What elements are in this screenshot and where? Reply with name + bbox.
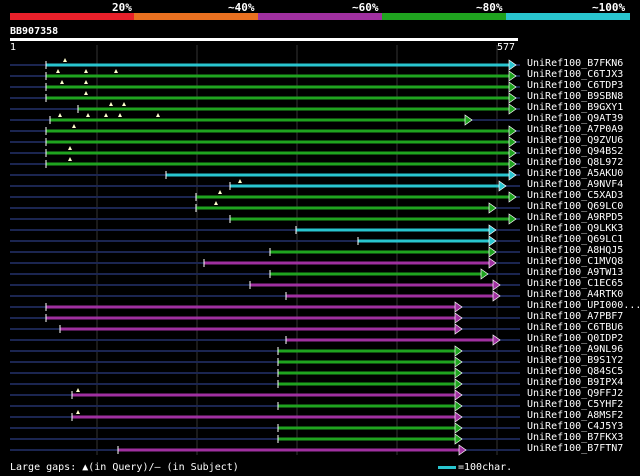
query-gap-marker [72,124,76,128]
query-gap-marker [58,113,62,117]
query-gap-marker [218,190,222,194]
hit-label[interactable]: UniRef100_Q9FFJ2 [527,389,623,399]
hit-label[interactable]: UniRef100_C1EC65 [527,279,623,289]
large-gaps-legend: Large gaps: ▲(in Query)/– (in Subject) [10,462,239,473]
hit-arrow [454,323,463,335]
hit-arrow [498,180,507,192]
hit-label[interactable]: UniRef100_Q9LKK3 [527,224,623,234]
hit-arrow [508,59,517,71]
hit-label[interactable]: UniRef100_C5XAD3 [527,191,623,201]
hit-arrow [454,411,463,423]
hit-arrow [508,136,517,148]
hit-label[interactable]: UniRef100_B7FTN7 [527,444,623,454]
hit-label[interactable]: UniRef100_B9SBN8 [527,92,623,102]
hit-arrow [454,422,463,434]
hit-label[interactable]: UniRef100_A9NVF4 [527,180,623,190]
hit-arrow [454,367,463,379]
query-gap-marker [76,410,80,414]
hit-label[interactable]: UniRef100_Q84SC5 [527,367,623,377]
hit-arrow [508,70,517,82]
hit-label[interactable]: UniRef100_Q9ZVU6 [527,136,623,146]
hit-arrow [454,301,463,313]
hit-arrow [488,224,497,236]
hit-label[interactable]: UniRef100_UPI000... [527,301,640,311]
hit-label[interactable]: UniRef100_Q8L972 [527,158,623,168]
hit-arrow [454,433,463,445]
hit-label[interactable]: UniRef100_C4J5Y3 [527,422,623,432]
hit-label[interactable]: UniRef100_A7P0A9 [527,125,623,135]
query-gap-marker [122,102,126,106]
hit-arrow [454,389,463,401]
hit-arrow [488,235,497,247]
hit-label[interactable]: UniRef100_B9GXY1 [527,103,623,113]
query-gap-marker [156,113,160,117]
hit-arrow [508,158,517,170]
hit-label[interactable]: UniRef100_B7FKN6 [527,59,623,69]
query-gap-marker [104,113,108,117]
hit-label[interactable]: UniRef100_B9S1Y2 [527,356,623,366]
hit-label[interactable]: UniRef100_C5YHF2 [527,400,623,410]
hit-label[interactable]: UniRef100_B7FKX3 [527,433,623,443]
scale-legend: =100char. [438,462,512,473]
query-gap-marker [118,113,122,117]
query-gap-marker [76,388,80,392]
query-gap-marker [86,113,90,117]
hit-arrow [454,378,463,390]
query-gap-marker [68,146,72,150]
hit-arrow [454,312,463,324]
hit-label[interactable]: UniRef100_A5AKU0 [527,169,623,179]
hit-arrow [508,103,517,115]
query-gap-marker [109,102,113,106]
hit-label[interactable]: UniRef100_A9RPD5 [527,213,623,223]
scale-swatch [438,465,456,469]
query-gap-marker [214,201,218,205]
hit-arrow [508,213,517,225]
hit-arrow [454,345,463,357]
hit-arrow [454,400,463,412]
hit-label[interactable]: UniRef100_A8HQJ5 [527,246,623,256]
scale-text: =100char. [458,462,513,473]
hit-label[interactable]: UniRef100_C6TJX3 [527,70,623,80]
hit-arrow [464,114,473,126]
query-gap-marker [56,69,60,73]
query-gap-marker [60,80,64,84]
hit-label[interactable]: UniRef100_A9NL96 [527,345,623,355]
hit-arrow [508,169,517,181]
hit-label[interactable]: UniRef100_A4RTK0 [527,290,623,300]
hit-label[interactable]: UniRef100_Q69LC0 [527,202,623,212]
hit-arrow [458,444,467,456]
hit-arrow [488,257,497,269]
hit-arrow [508,147,517,159]
query-gap-marker [238,179,242,183]
hit-label[interactable]: UniRef100_A8MSF2 [527,411,623,421]
hit-arrow [480,268,489,280]
hit-arrow [488,246,497,258]
hit-label[interactable]: UniRef100_B9IPX4 [527,378,623,388]
hit-label[interactable]: UniRef100_Q0IDP2 [527,334,623,344]
query-gap-marker [84,80,88,84]
hit-arrow [454,356,463,368]
hit-label[interactable]: UniRef100_A7PBF7 [527,312,623,322]
query-gap-marker [84,91,88,95]
query-gap-marker [114,69,118,73]
hit-arrow [508,191,517,203]
hit-label[interactable]: UniRef100_C6TBU6 [527,323,623,333]
hit-arrow [508,92,517,104]
hit-label[interactable]: UniRef100_Q94BS2 [527,147,623,157]
hit-arrow [508,81,517,93]
hit-arrow [488,202,497,214]
query-gap-marker [84,69,88,73]
query-gap-marker [68,157,72,161]
query-gap-marker [63,58,67,62]
hit-label[interactable]: UniRef100_Q9AT39 [527,114,623,124]
hit-arrow [508,125,517,137]
hit-label[interactable]: UniRef100_A9TW13 [527,268,623,278]
hit-label[interactable]: UniRef100_Q69LC1 [527,235,623,245]
hit-label[interactable]: UniRef100_C6TDP3 [527,81,623,91]
hit-label[interactable]: UniRef100_C1MVQ8 [527,257,623,267]
